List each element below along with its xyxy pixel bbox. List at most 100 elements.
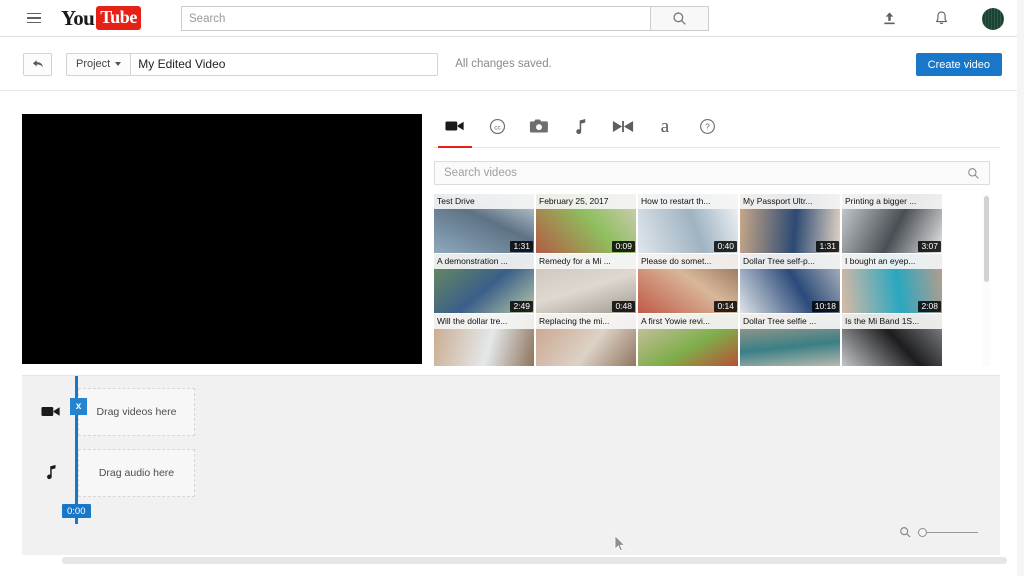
video-results-grid: Test Drive 1:31 February 25, 2017 0:09 How t… (434, 194, 990, 366)
search-icon (673, 12, 686, 25)
video-thumbnail[interactable]: Dollar Tree selfie ... (740, 314, 840, 366)
thumbnail-duration: 2:08 (918, 301, 941, 312)
thumbnail-title: I bought an eyep... (842, 254, 942, 269)
video-thumbnail[interactable]: My Passport Ultr... 1:31 (740, 194, 840, 253)
logo-you-text: You (61, 5, 95, 30)
video-thumbnail[interactable]: Will the dollar tre... (434, 314, 534, 366)
tab-video[interactable] (434, 105, 476, 148)
bell-icon[interactable] (930, 8, 952, 30)
upload-icon[interactable] (878, 8, 900, 30)
zoom-slider-rail (918, 531, 978, 534)
tab-photo[interactable] (518, 105, 560, 147)
thumbnail-title: Test Drive (434, 194, 534, 209)
video-thumbnail[interactable]: Replacing the mi... (536, 314, 636, 366)
video-thumbnail[interactable]: Please do somet... 0:14 (638, 254, 738, 313)
magnifier-icon (900, 527, 911, 538)
thumbnail-title: Is the Mi Band 1S... (842, 314, 942, 329)
thumbnail-duration: 10:18 (811, 301, 839, 312)
thumbnail-title: Dollar Tree self-p... (740, 254, 840, 269)
video-preview-player[interactable] (22, 114, 422, 364)
timeline-zoom-control (899, 526, 978, 539)
video-thumbnail[interactable]: February 25, 2017 0:09 (536, 194, 636, 253)
masthead-right-controls (878, 0, 1004, 37)
thumbnail-duration: 0:14 (714, 301, 737, 312)
thumbnail-duration: 1:31 (510, 241, 533, 252)
video-grid-scrollbar[interactable] (983, 194, 990, 366)
video-thumbnail[interactable]: Remedy for a Mi ... 0:48 (536, 254, 636, 313)
search-input[interactable] (181, 6, 651, 31)
video-drop-zone[interactable]: Drag videos here (78, 388, 195, 436)
video-camera-icon (445, 121, 464, 131)
thumbnail-duration: 1:31 (816, 241, 839, 252)
video-thumbnail[interactable]: Dollar Tree self-p... 10:18 (740, 254, 840, 313)
project-menu-button[interactable]: Project (66, 52, 131, 76)
video-thumbnail[interactable]: Is the Mi Band 1S... (842, 314, 942, 366)
search-submit-button[interactable] (651, 6, 709, 31)
back-arrow-icon (32, 60, 43, 68)
video-track-icon (40, 400, 62, 422)
thumbnail-title: How to restart th... (638, 194, 738, 209)
create-video-button[interactable]: Create video (915, 53, 1002, 76)
music-note-icon (576, 118, 586, 134)
transition-bowtie-icon (612, 120, 634, 132)
thumbnail-title: Please do somet... (638, 254, 738, 269)
thumbnail-title: Printing a bigger ... (842, 194, 942, 209)
thumbnail-duration: 0:09 (612, 241, 635, 252)
tab-help[interactable]: ? (686, 105, 728, 147)
hamburger-menu-icon[interactable] (20, 4, 48, 32)
thumbnail-duration: 2:49 (510, 301, 533, 312)
video-thumbnail[interactable]: Printing a bigger ... 3:07 (842, 194, 942, 253)
logo-tube-text: Tube (96, 6, 141, 30)
thumbnail-title: Replacing the mi... (536, 314, 636, 329)
thumbnail-title: Remedy for a Mi ... (536, 254, 636, 269)
search-icon[interactable] (967, 167, 980, 180)
timeline-zoom-slider[interactable] (918, 527, 978, 539)
video-thumbnail[interactable]: How to restart th... 0:40 (638, 194, 738, 253)
tab-audio[interactable] (560, 105, 602, 147)
tab-transitions[interactable] (602, 105, 644, 147)
video-thumbnail[interactable]: Test Drive 1:31 (434, 194, 534, 253)
video-results-grid-wrap: Test Drive 1:31 February 25, 2017 0:09 How t… (434, 194, 990, 366)
youtube-logo[interactable]: You Tube (61, 6, 141, 31)
back-button[interactable] (23, 52, 52, 76)
timeline-area[interactable]: Drag videos here Drag audio here x 0:00 (22, 375, 1000, 555)
thumbnail-title: A demonstration ... (434, 254, 534, 269)
thumbnail-title: Will the dollar tre... (434, 314, 534, 329)
video-thumbnail[interactable]: I bought an eyep... 2:08 (842, 254, 942, 313)
text-a-icon: a (660, 115, 670, 137)
window-right-edge (1017, 0, 1024, 576)
creative-commons-icon: cc (489, 118, 505, 134)
project-menu-label: Project (76, 58, 111, 70)
playhead-delete-marker[interactable]: x (70, 398, 87, 415)
svg-text:?: ? (705, 121, 710, 131)
thumbnail-title: A first Yowie revi... (638, 314, 738, 329)
video-thumbnail[interactable]: A first Yowie revi... (638, 314, 738, 366)
audio-drop-zone[interactable]: Drag audio here (78, 449, 195, 497)
youtube-video-editor-page: You Tube Search Project My Edited Video … (0, 0, 1024, 576)
audio-track-icon (40, 461, 62, 483)
timeline-horizontal-scrollbar[interactable] (62, 557, 1007, 564)
zoom-slider-knob[interactable] (918, 528, 927, 537)
avatar[interactable] (982, 7, 1004, 30)
editor-body: cc a ? Search videos Test Drive 1:31 Feb… (0, 92, 1024, 576)
photo-camera-icon (529, 119, 548, 133)
media-browser-panel: cc a ? Search videos Test Drive 1:31 Feb… (434, 106, 1000, 374)
video-drop-label: Drag videos here (96, 406, 177, 418)
tab-text[interactable]: a (644, 105, 686, 147)
thumbnail-duration: 3:07 (918, 241, 941, 252)
question-mark-icon: ? (699, 118, 715, 134)
youtube-masthead: You Tube (0, 0, 1024, 37)
tab-creative-commons[interactable]: cc (476, 105, 518, 147)
playhead-time-badge[interactable]: 0:00 (62, 504, 91, 518)
video-search-bar (434, 161, 990, 185)
project-title-input[interactable] (130, 52, 439, 76)
video-grid-scrollbar-thumb[interactable] (984, 196, 989, 282)
thumbnail-duration: 0:40 (714, 241, 737, 252)
thumbnail-title: My Passport Ultr... (740, 194, 840, 209)
video-thumbnail[interactable]: A demonstration ... 2:49 (434, 254, 534, 313)
video-search-input[interactable] (435, 167, 967, 179)
media-tabs: cc a ? (434, 106, 1000, 148)
thumbnail-duration: 0:48 (612, 301, 635, 312)
thumbnail-title: Dollar Tree selfie ... (740, 314, 840, 329)
masthead-search (181, 6, 709, 31)
